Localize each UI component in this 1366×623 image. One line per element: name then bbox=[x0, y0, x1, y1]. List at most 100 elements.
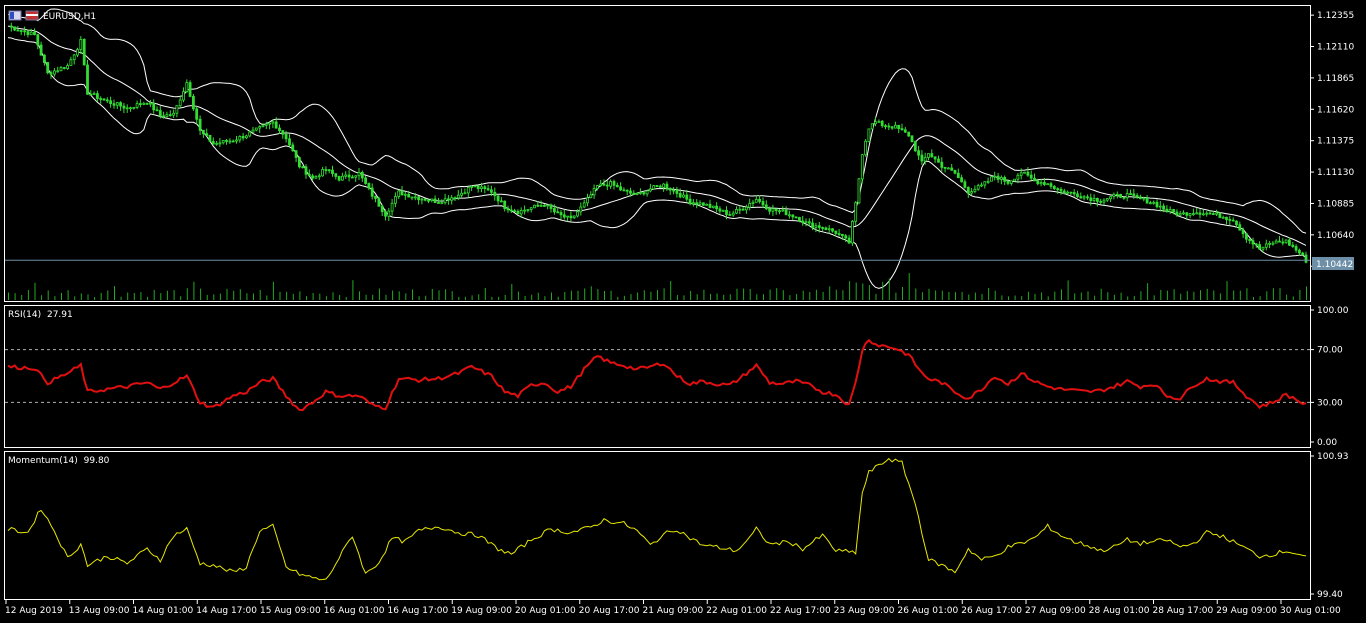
price-tick-label: 1.11130 bbox=[1317, 168, 1354, 178]
volume-bar bbox=[564, 291, 566, 300]
volume-bar bbox=[802, 290, 804, 300]
volume-bar bbox=[504, 295, 506, 300]
volume-bar bbox=[166, 290, 168, 300]
volume-bar bbox=[723, 294, 725, 300]
volume-bar bbox=[173, 290, 175, 300]
volume-bar bbox=[875, 293, 877, 300]
volume-bar bbox=[246, 293, 248, 300]
time-tick-label: 28 Aug 01:00 bbox=[1089, 606, 1150, 616]
volume-bar bbox=[1147, 283, 1149, 300]
volume-bar bbox=[392, 290, 394, 300]
volume-bar bbox=[133, 293, 135, 300]
volume-bar bbox=[398, 291, 400, 300]
candle bbox=[794, 216, 798, 219]
volume-bar bbox=[1253, 297, 1254, 300]
volume-bar bbox=[815, 289, 817, 300]
volume-bar bbox=[266, 295, 268, 300]
volume-bar bbox=[286, 291, 288, 300]
candle bbox=[1013, 178, 1016, 182]
volume-bar bbox=[974, 292, 976, 300]
candle bbox=[188, 80, 192, 98]
volume-bar bbox=[683, 295, 685, 300]
time-tick-label: 22 Aug 17:00 bbox=[770, 606, 831, 616]
volume-bar bbox=[743, 288, 745, 300]
volume-bar bbox=[657, 290, 658, 300]
volume-bar bbox=[1292, 296, 1294, 300]
volume-bar bbox=[895, 292, 897, 300]
volume-bar bbox=[782, 290, 784, 300]
volume-bar bbox=[74, 296, 76, 300]
volume-bar bbox=[756, 294, 758, 300]
time-tick-label: 20 Aug 01:00 bbox=[515, 606, 576, 616]
volume-bar bbox=[61, 292, 62, 300]
volume-bar bbox=[961, 291, 963, 300]
volume-bar bbox=[405, 293, 407, 300]
price-tick-label: 1.10640 bbox=[1317, 231, 1354, 241]
candle bbox=[13, 26, 17, 32]
background bbox=[0, 0, 1366, 623]
volume-bar bbox=[498, 296, 500, 300]
volume-bar bbox=[1160, 289, 1162, 300]
volume-bar bbox=[570, 290, 572, 300]
volume-bar bbox=[431, 288, 433, 300]
volume-bar bbox=[1246, 288, 1248, 300]
volume-bar bbox=[835, 289, 837, 300]
volume-bar bbox=[1027, 291, 1029, 300]
volume-bar bbox=[809, 292, 811, 300]
volume-bar bbox=[1054, 291, 1056, 300]
volume-bar bbox=[299, 291, 301, 300]
volume-bar bbox=[537, 292, 539, 300]
volume-bar bbox=[332, 292, 334, 300]
volume-bar bbox=[345, 297, 347, 300]
price-tick-label: 1.12355 bbox=[1317, 11, 1354, 21]
volume-bar bbox=[948, 291, 950, 300]
volume-bar bbox=[1233, 290, 1235, 300]
price-axis: 1.12355 1.12110 1.11865 1.11620 1.11375 1.111… bbox=[1310, 11, 1354, 272]
volume-bar bbox=[41, 295, 43, 300]
candle bbox=[208, 134, 212, 142]
volume-bar bbox=[716, 293, 718, 300]
volume-bar bbox=[378, 288, 380, 300]
volume-bar bbox=[630, 294, 632, 300]
volume-bar bbox=[577, 290, 579, 300]
volume-bar bbox=[829, 286, 831, 300]
volume-bar bbox=[663, 288, 665, 300]
volume-bar bbox=[47, 290, 49, 300]
volume-bar bbox=[1272, 288, 1274, 300]
time-tick-label: 30 Aug 01:00 bbox=[1280, 606, 1341, 616]
volume-bar bbox=[935, 290, 937, 300]
price-tick-label: 1.12110 bbox=[1317, 43, 1354, 53]
volume-bar bbox=[200, 288, 202, 300]
candle bbox=[870, 123, 874, 130]
candle bbox=[1119, 193, 1122, 199]
volume-bar bbox=[213, 294, 215, 300]
volume-bar bbox=[1061, 289, 1062, 300]
volume-bar bbox=[253, 293, 254, 300]
volume-bar bbox=[736, 288, 738, 300]
rsi-tick-label: 0.00 bbox=[1317, 438, 1337, 448]
volume-bar bbox=[517, 291, 519, 300]
chart-area[interactable]: EURUSD,H1 1.123551.121101.118651.116201.… bbox=[0, 0, 1366, 623]
volume-bar bbox=[412, 289, 413, 300]
volume-bar bbox=[1133, 295, 1135, 300]
volume-bar bbox=[1213, 290, 1215, 300]
volume-bar bbox=[822, 291, 824, 300]
volume-bar bbox=[849, 281, 851, 300]
volume-bar bbox=[464, 296, 466, 300]
time-tick-label: 12 Aug 2019 bbox=[5, 606, 63, 616]
candle bbox=[46, 61, 50, 75]
volume-bar bbox=[114, 286, 115, 300]
volume-bar bbox=[54, 296, 56, 300]
volume-bar bbox=[1166, 290, 1168, 300]
volume-bar bbox=[908, 273, 910, 300]
time-tick-label: 26 Aug 01:00 bbox=[898, 606, 959, 616]
volume-bar bbox=[1087, 291, 1089, 300]
volume-bar bbox=[531, 294, 533, 300]
volume-bar bbox=[1014, 295, 1016, 300]
volume-bar bbox=[1041, 292, 1043, 300]
candle bbox=[1023, 171, 1026, 174]
momentum-value: 99.80 bbox=[84, 456, 110, 466]
volume-bar bbox=[226, 288, 228, 300]
volume-bar bbox=[842, 290, 844, 300]
volume-bar bbox=[418, 296, 420, 300]
